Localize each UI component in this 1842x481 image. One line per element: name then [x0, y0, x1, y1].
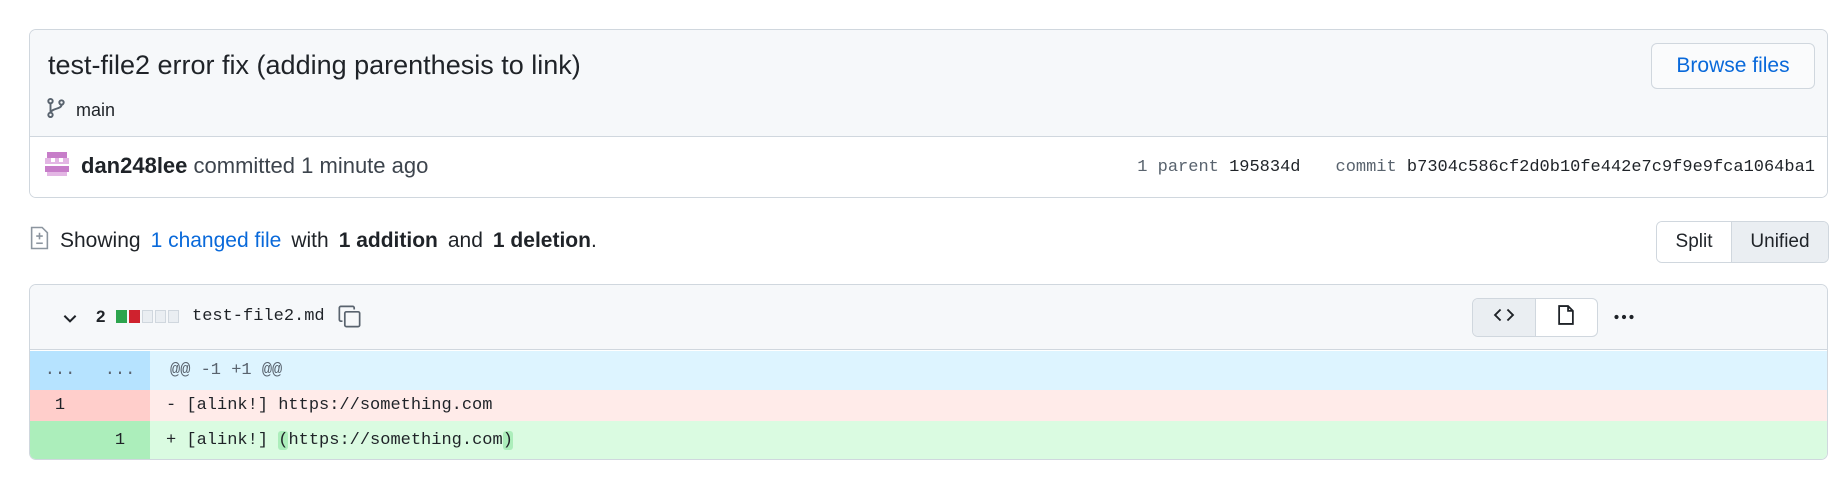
diffstat-added-block	[116, 310, 127, 323]
summary-with: with	[291, 229, 329, 252]
deletions-text: 1 deletion	[492, 229, 591, 252]
deleted-line-prefix: -	[166, 396, 177, 415]
branch-indicator[interactable]: main	[45, 97, 115, 124]
added-line-prefix: +	[166, 431, 177, 450]
git-branch-icon	[45, 97, 67, 124]
copy-icon[interactable]	[337, 304, 362, 329]
commit-summary-area: test-file2 error fix (adding parenthesis…	[30, 30, 1827, 137]
diff-summary: Showing 1 changed file with 1 addition a…	[29, 226, 597, 256]
added-line-row: 1 + [alink!] (https://something.com)	[30, 421, 1827, 459]
diffstat-neutral-block	[142, 310, 153, 323]
deleted-line-text: [alink!] https://something.com	[186, 396, 493, 415]
diff-view-toggle: Split Unified	[1656, 221, 1829, 263]
file-view-toggle	[1472, 298, 1598, 337]
added-highlight-close: )	[502, 431, 513, 450]
added-line-text-before: [alink!]	[186, 431, 279, 450]
new-line-number	[90, 390, 150, 421]
diffstat-deleted-block	[129, 310, 140, 323]
added-highlight-open: (	[278, 431, 289, 450]
split-view-button[interactable]: Split	[1657, 222, 1732, 262]
commit-action: committed	[193, 153, 296, 178]
file-diff: 2 test-file2.md ... ... @@ -1 +1 @@ 1 - …	[29, 284, 1828, 460]
additions-count: 1 addition	[338, 229, 438, 252]
new-line-number[interactable]: 1	[90, 421, 150, 459]
summary-showing: Showing	[60, 229, 141, 252]
unified-view-button[interactable]: Unified	[1732, 222, 1828, 262]
old-line-number	[30, 421, 90, 459]
commit-time[interactable]: 1 minute ago	[301, 153, 428, 178]
diffstat-neutral-block	[168, 310, 179, 323]
commit-ref: commit b7304c586cf2d0b10fe442e7c9f9e9fca…	[1336, 158, 1816, 177]
parent-ref: 1 parent 195834d	[1137, 158, 1300, 177]
deleted-line-row: 1 - [alink!] https://something.com	[30, 390, 1827, 421]
parent-label: 1 parent	[1137, 158, 1219, 177]
hunk-header-text: @@ -1 +1 @@	[170, 361, 283, 380]
file-name-link[interactable]: test-file2.md	[192, 307, 325, 326]
deleted-line-code: - [alink!] https://something.com	[150, 396, 1827, 415]
commit-meta-row: dan248lee committed 1 minute ago 1 paren…	[30, 137, 1827, 197]
diffstat-neutral-block	[155, 310, 166, 323]
commit-label: commit	[1335, 158, 1397, 177]
commit-author-line: dan248lee committed 1 minute ago	[81, 153, 428, 179]
changed-files-link[interactable]: 1 changed file	[151, 229, 282, 253]
commit-sha[interactable]: b7304c586cf2d0b10fe442e7c9f9e9fca1064ba1	[1407, 158, 1815, 177]
author-link[interactable]: dan248lee	[81, 153, 187, 178]
file-icon	[1555, 304, 1577, 331]
branch-name: main	[76, 100, 116, 120]
parent-sha-link[interactable]: 195834d	[1229, 158, 1300, 177]
code-view-button[interactable]	[1473, 299, 1536, 336]
diffstat-count: 2	[96, 307, 106, 326]
code-icon	[1493, 304, 1515, 331]
commit-refs: 1 parent 195834d commit b7304c586cf2d0b1…	[1137, 158, 1815, 177]
kebab-horizontal-icon[interactable]	[1610, 305, 1638, 329]
file-header: 2 test-file2.md	[30, 285, 1827, 350]
rich-view-button[interactable]	[1536, 299, 1598, 336]
added-line-text-mid: https://something.com	[288, 431, 503, 450]
summary-and: and	[447, 229, 483, 252]
commit-header-card: test-file2 error fix (adding parenthesis…	[29, 29, 1828, 198]
summary-period: .	[590, 229, 597, 252]
chevron-down-icon[interactable]	[61, 309, 79, 327]
commit-title: test-file2 error fix (adding parenthesis…	[48, 50, 581, 80]
added-line-code: + [alink!] (https://something.com)	[150, 431, 1827, 450]
hunk-expand-new[interactable]: ...	[90, 351, 150, 390]
deletions-count: 1 deletion.	[493, 229, 597, 253]
old-line-number[interactable]: 1	[30, 390, 90, 421]
avatar[interactable]	[43, 150, 71, 178]
file-diff-icon	[29, 226, 50, 256]
browse-files-button[interactable]: Browse files	[1651, 43, 1815, 89]
hunk-header-row[interactable]: ... ... @@ -1 +1 @@	[30, 351, 1827, 390]
diffstat-bar	[116, 310, 179, 323]
hunk-expand-old[interactable]: ...	[30, 351, 90, 390]
